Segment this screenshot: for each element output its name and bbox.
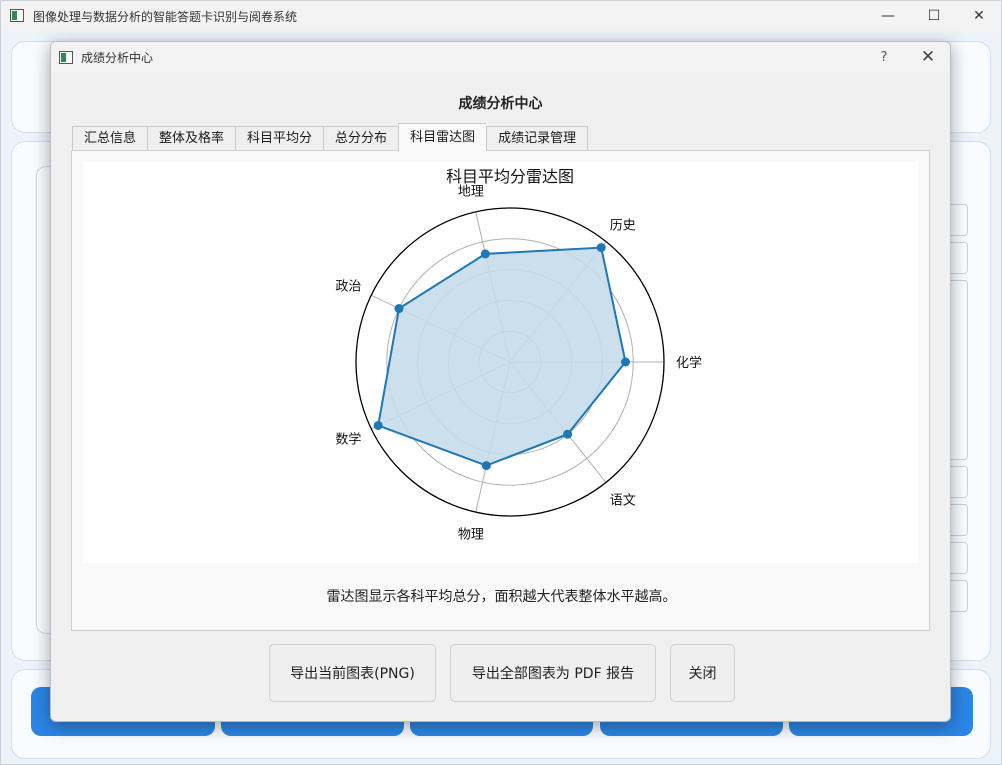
tab-pass-rate[interactable]: 整体及格率	[147, 126, 236, 152]
radar-data-point	[480, 249, 490, 259]
radar-data-point	[373, 420, 383, 430]
dialog-icon	[59, 51, 73, 64]
main-window-title: 图像处理与数据分析的智能答题卡识别与阅卷系统	[33, 10, 298, 24]
help-button[interactable]: ?	[869, 42, 899, 72]
radar-chart: 科目平均分雷达图 化学 历史 地理政治数学物理 语文	[335, 167, 702, 543]
radar-axis-label: 地理	[458, 184, 484, 199]
radar-series-area	[377, 246, 627, 467]
chart-caption: 雷达图显示各科平均总分，面积越大代表整体水平越高。	[326, 589, 677, 605]
export-pdf-button[interactable]: 导出全部图表为 PDF 报告	[450, 644, 656, 702]
tab-total-distribution[interactable]: 总分分布	[323, 126, 399, 152]
chart-title: 科目平均分雷达图	[446, 167, 574, 186]
radar-axis-label: 语文	[610, 494, 636, 509]
radar-tab-panel: 科目平均分雷达图 化学 历史 地理政治数学物理 语文 雷达图显示各科平均总分，面积越大…	[71, 150, 930, 631]
tab-bar: 汇总信息 整体及格率 科目平均分 总分分布 科目雷达图 成绩记录管理	[72, 123, 589, 152]
radar-data-point	[621, 357, 630, 367]
analysis-dialog: 成绩分析中心 ? ✕ 成绩分析中心 汇总信息 整体及格率 科目平均分 总分分布 …	[50, 41, 951, 722]
radar-data-point	[563, 429, 573, 439]
tab-summary[interactable]: 汇总信息	[72, 126, 148, 152]
dialog-title: 成绩分析中心	[81, 51, 154, 65]
close-dialog-button[interactable]: 关闭	[670, 644, 735, 702]
radar-data-point	[481, 461, 491, 471]
dialog-heading: 成绩分析中心	[458, 96, 543, 112]
dialog-close-icon[interactable]: ✕	[913, 42, 943, 72]
export-png-button[interactable]: 导出当前图表(PNG)	[269, 644, 436, 702]
radar-axis-label: 物理	[458, 528, 484, 543]
main-titlebar: 图像处理与数据分析的智能答题卡识别与阅卷系统 — ☐ ✕	[1, 1, 1001, 31]
maximize-button[interactable]: ☐	[911, 1, 957, 31]
close-button[interactable]: ✕	[956, 1, 1002, 31]
tab-records-management[interactable]: 成绩记录管理	[486, 126, 589, 152]
chart-canvas: 科目平均分雷达图 化学 历史 地理政治数学物理 语文	[83, 162, 918, 563]
minimize-button[interactable]: —	[865, 1, 911, 31]
radar-axis-label: 历史	[610, 218, 636, 233]
tab-subject-average[interactable]: 科目平均分	[235, 126, 324, 152]
dialog-titlebar: 成绩分析中心 ? ✕	[51, 42, 950, 72]
radar-axis-label: 化学	[676, 355, 702, 371]
tab-subject-radar[interactable]: 科目雷达图	[398, 123, 487, 152]
radar-data-point	[394, 304, 404, 314]
radar-axis-label: 政治	[335, 280, 361, 295]
radar-axis-label: 数学	[335, 431, 361, 447]
radar-data-point	[596, 243, 606, 253]
app-icon	[10, 9, 24, 22]
